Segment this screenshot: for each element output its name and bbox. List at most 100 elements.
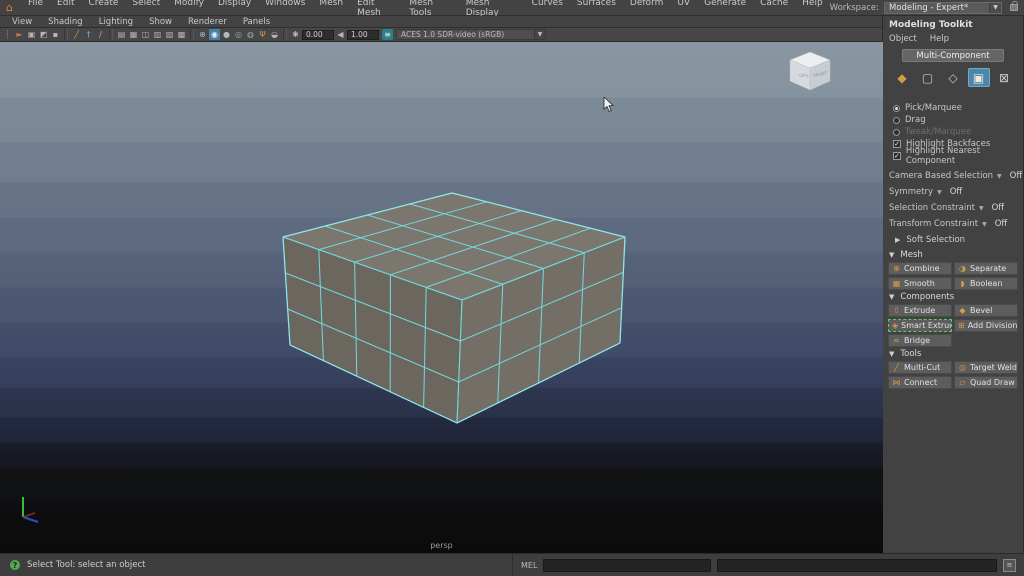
script-editor-icon[interactable]: ≡ bbox=[1003, 558, 1016, 572]
extrude-icon: ⇧ bbox=[893, 306, 900, 315]
home-icon[interactable]: ⌂ bbox=[6, 2, 13, 13]
pick-marquee-option[interactable]: Pick/Marquee bbox=[883, 102, 1023, 114]
symmetry-dropdown[interactable]: Symmetry ▼ Off bbox=[883, 184, 1023, 200]
soft-select-falloff-icon[interactable]: ✱ bbox=[290, 29, 301, 40]
bridge-button[interactable]: ≈ Bridge bbox=[888, 334, 952, 347]
chevron-down-icon[interactable]: ▼ bbox=[997, 173, 1002, 180]
mel-label[interactable]: MEL bbox=[521, 561, 537, 570]
help-line: ? Select Tool: select an object bbox=[0, 560, 512, 570]
render-icon[interactable]: ◒ bbox=[269, 29, 280, 40]
select-mask-hierarchy-icon[interactable]: ► bbox=[14, 29, 25, 40]
add-divisions-icon: ⊞ bbox=[958, 321, 965, 330]
select-mask-component-icon[interactable]: ◩ bbox=[38, 29, 49, 40]
drag-option[interactable]: Drag bbox=[883, 114, 1023, 126]
chevron-down-icon[interactable]: ▼ bbox=[937, 189, 942, 196]
panel-menu-view[interactable]: View bbox=[4, 17, 40, 27]
snap-to-curve-icon[interactable]: ◉ bbox=[209, 29, 220, 40]
quad-draw-button[interactable]: ▱ Quad Draw bbox=[954, 376, 1018, 389]
drag-radio[interactable] bbox=[893, 116, 900, 124]
smooth-button[interactable]: ▦ Smooth bbox=[888, 277, 952, 290]
tweak-marquee-option[interactable]: Tweak/Marquee bbox=[883, 126, 1023, 138]
poly-cube-mesh[interactable] bbox=[0, 42, 883, 553]
combine-button[interactable]: ⊕ Combine bbox=[888, 262, 952, 275]
soft-selection-row[interactable]: ▶ Soft Selection bbox=[883, 232, 1023, 248]
paint-tool-icon[interactable]: † bbox=[83, 29, 94, 40]
camera-based-selection-dropdown[interactable]: Camera Based Selection ▼ Off bbox=[883, 168, 1023, 184]
toolkit-menu-help[interactable]: Help bbox=[930, 34, 956, 44]
snap-to-plane-icon[interactable]: ◎ bbox=[233, 29, 244, 40]
toolbar-grip-icon[interactable]: ┊ bbox=[2, 29, 13, 40]
multi-cut-button[interactable]: ╱ Multi-Cut bbox=[888, 361, 952, 374]
soft-select-radius-field[interactable]: 1.00 bbox=[347, 29, 379, 40]
make-live-icon[interactable]: ◍ bbox=[245, 29, 256, 40]
highlight-nearest-component-checkbox[interactable]: ✓ bbox=[893, 152, 901, 160]
multi-component-mode-button[interactable]: ▣ bbox=[967, 68, 990, 87]
panel-graph-editor-icon[interactable]: ▩ bbox=[176, 29, 187, 40]
layout-hypershade-icon[interactable]: ▥ bbox=[152, 29, 163, 40]
transform-value-field[interactable]: 0.00 bbox=[302, 29, 334, 40]
face-mode-button[interactable]: ◇ bbox=[942, 68, 964, 87]
chevron-right-icon[interactable]: ▶ bbox=[895, 236, 900, 244]
layout-single-pane-icon[interactable]: ▤ bbox=[116, 29, 127, 40]
transform-constraint-dropdown[interactable]: Transform Constraint ▼ Off bbox=[883, 216, 1023, 232]
smart-extrude-button[interactable]: ◈Smart Extrude bbox=[888, 319, 952, 332]
tweak-marquee-radio[interactable] bbox=[893, 128, 900, 136]
falloff-curve-icon[interactable]: ◀ bbox=[335, 29, 346, 40]
toolbar-separator bbox=[109, 29, 113, 40]
vertex-mode-button[interactable]: ◆ bbox=[891, 68, 913, 87]
snap-to-point-icon[interactable]: ● bbox=[221, 29, 232, 40]
snap-to-grid-icon[interactable]: ⊕ bbox=[197, 29, 208, 40]
chevron-down-icon[interactable]: ▼ bbox=[534, 30, 545, 39]
connect-button[interactable]: ⋈ Connect bbox=[888, 376, 952, 389]
workspace-label: Workspace: bbox=[829, 2, 879, 13]
panel-menu-shading[interactable]: Shading bbox=[40, 17, 91, 27]
chevron-down-icon[interactable]: ▼ bbox=[889, 293, 894, 301]
viewcube-gizmo[interactable]: LEFT FRONT bbox=[787, 50, 833, 92]
section-header-mesh[interactable]: ▼ Mesh bbox=[883, 248, 1023, 262]
highlight-backfaces-checkbox[interactable]: ✓ bbox=[893, 140, 901, 148]
section-header-tools[interactable]: ▼ Tools bbox=[883, 347, 1023, 361]
chevron-down-icon[interactable]: ▼ bbox=[989, 2, 1001, 13]
construction-history-icon[interactable]: Ψ bbox=[257, 29, 268, 40]
panel-menu-renderer[interactable]: Renderer bbox=[180, 17, 235, 27]
pencil-tool-icon[interactable]: ╱ bbox=[71, 29, 82, 40]
help-icon[interactable]: ? bbox=[10, 560, 20, 570]
workspace-selector[interactable]: Modeling - Expert* ▼ bbox=[884, 1, 1002, 14]
mel-input-field[interactable] bbox=[543, 558, 712, 572]
target-weld-button[interactable]: ◎ Target Weld bbox=[954, 361, 1018, 374]
selection-constraint-label: Selection Constraint bbox=[889, 203, 975, 213]
viewport-persp[interactable]: LEFT FRONT persp bbox=[0, 42, 883, 553]
view-transform-select[interactable]: ACES 1.0 SDR-video (sRGB) ▼ bbox=[396, 29, 546, 40]
section-header-components[interactable]: ▼ Components bbox=[883, 290, 1023, 304]
chevron-down-icon[interactable]: ▼ bbox=[889, 251, 894, 259]
extrude-button[interactable]: ⇧ Extrude bbox=[888, 304, 952, 317]
toolkit-menu-object[interactable]: Object bbox=[889, 34, 924, 44]
panel-menu-show[interactable]: Show bbox=[141, 17, 180, 27]
separate-button[interactable]: ◑ Separate bbox=[954, 262, 1018, 275]
boolean-button[interactable]: ◗ Boolean bbox=[954, 277, 1018, 290]
mel-result-field[interactable] bbox=[717, 558, 997, 572]
chevron-down-icon[interactable]: ▼ bbox=[982, 221, 987, 228]
workspace-lock-icon[interactable] bbox=[1010, 1, 1018, 11]
multi-component-button[interactable]: Multi-Component bbox=[902, 49, 1004, 62]
color-management-icon[interactable]: ≡ bbox=[382, 29, 393, 40]
add-divisions-button[interactable]: ⊞ Add Divisions bbox=[954, 319, 1018, 332]
pick-marquee-radio[interactable] bbox=[893, 104, 900, 112]
object-mode-button[interactable]: ⊠ bbox=[993, 68, 1015, 87]
chevron-down-icon[interactable]: ▼ bbox=[979, 205, 984, 212]
bevel-button[interactable]: ◆ Bevel bbox=[954, 304, 1018, 317]
panel-menu-panels[interactable]: Panels bbox=[235, 17, 278, 27]
layout-four-pane-icon[interactable]: ▦ bbox=[128, 29, 139, 40]
line-tool-icon[interactable]: ∕ bbox=[95, 29, 106, 40]
toolbar-separator bbox=[64, 29, 68, 40]
edge-mode-button[interactable]: ▢ bbox=[917, 68, 939, 87]
layout-persp-outliner-icon[interactable]: ◫ bbox=[140, 29, 151, 40]
selection-constraint-dropdown[interactable]: Selection Constraint ▼ Off bbox=[883, 200, 1023, 216]
main-menubar: ⌂ File Edit Create Select Modify Display Windo… bbox=[0, 0, 1024, 18]
highlight-nearest-component-option[interactable]: ✓ Highlight Nearest Component bbox=[883, 146, 1023, 166]
select-mask-object-icon[interactable]: ▣ bbox=[26, 29, 37, 40]
panel-menu-lighting[interactable]: Lighting bbox=[91, 17, 141, 27]
chevron-down-icon[interactable]: ▼ bbox=[889, 350, 894, 358]
lock-selection-icon[interactable]: ▪ bbox=[50, 29, 61, 40]
panel-outliner-icon[interactable]: ▧ bbox=[164, 29, 175, 40]
